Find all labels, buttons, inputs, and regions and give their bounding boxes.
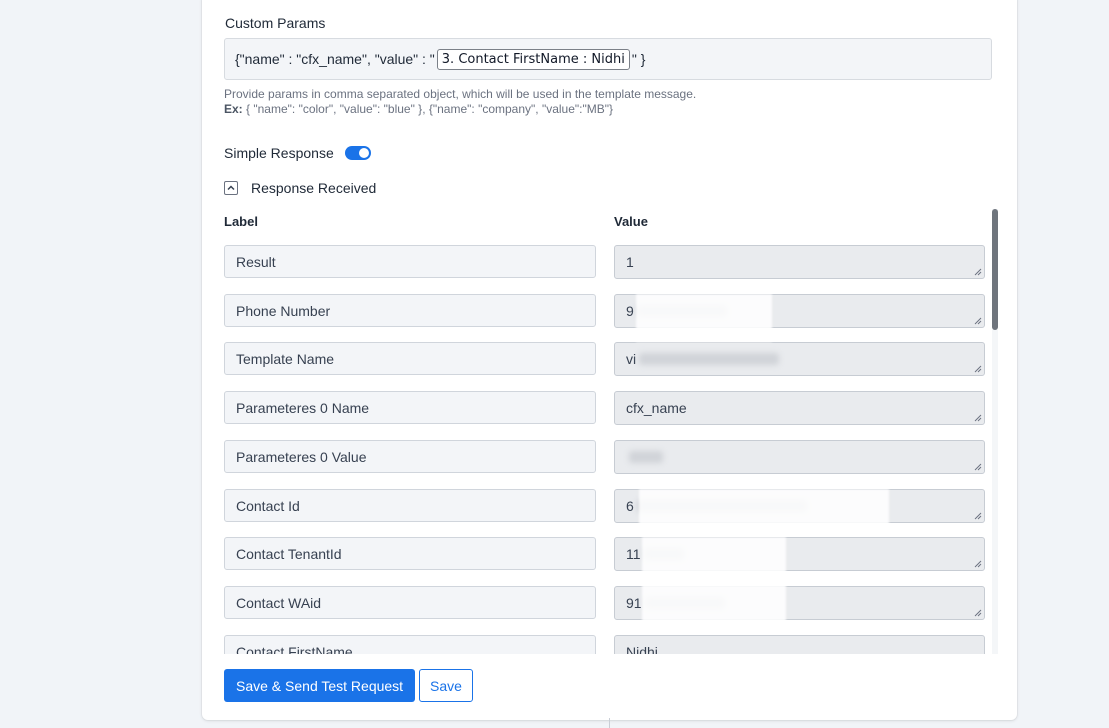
resize-grip-icon[interactable]	[974, 463, 982, 471]
mapped-field-chip[interactable]: 3. Contact FirstName : Nidhi	[436, 48, 630, 70]
response-row: Result 1	[224, 245, 994, 279]
value-text: 11	[626, 546, 641, 562]
response-row: Contact WAid 91	[224, 586, 994, 620]
response-row: Contact FirstName Nidhi	[224, 635, 994, 654]
label-field[interactable]: Contact TenantId	[224, 537, 596, 570]
label-field[interactable]: Result	[224, 245, 596, 278]
save-button[interactable]: Save	[419, 669, 473, 702]
label-field[interactable]: Contact FirstName	[224, 635, 596, 654]
value-text: 91	[626, 595, 642, 611]
save-and-send-test-request-button[interactable]: Save & Send Test Request	[224, 669, 416, 702]
response-row: Parameteres 0 Value	[224, 440, 994, 474]
label-field[interactable]: Contact WAid	[224, 586, 596, 619]
value-field[interactable]: 1	[614, 245, 985, 279]
settings-card: Custom Params {"name" : "cfx_name", "val…	[202, 0, 1017, 720]
resize-grip-icon[interactable]	[974, 609, 982, 617]
help-example-label: Ex:	[224, 102, 243, 116]
help-example: Ex: { "name": "color", "value": "blue" }…	[224, 102, 696, 117]
collapse-button[interactable]	[224, 181, 238, 195]
response-received-label: Response Received	[251, 180, 377, 196]
resize-grip-icon[interactable]	[974, 560, 982, 568]
params-prefix: {"name" : "cfx_name", "value" : "	[235, 51, 435, 67]
response-row: Template Name vi	[224, 342, 994, 376]
custom-params-help: Provide params in comma separated object…	[224, 87, 696, 117]
value-text: 1	[626, 254, 634, 270]
response-received-row: Response Received	[224, 180, 376, 196]
value-field[interactable]: vi	[614, 342, 985, 376]
label-column-header: Label	[224, 214, 258, 229]
chevron-up-icon	[227, 185, 235, 191]
label-field[interactable]: Parameteres 0 Name	[224, 391, 596, 424]
value-text: Nidhi	[626, 644, 658, 654]
redacted-value	[639, 353, 780, 365]
value-text: cfx_name	[626, 400, 687, 416]
scrollbar-thumb[interactable]	[992, 209, 998, 330]
value-field[interactable]: Nidhi	[614, 635, 985, 654]
response-row: Parameteres 0 Name cfx_name	[224, 391, 994, 425]
resize-grip-icon[interactable]	[974, 317, 982, 325]
params-suffix: " }	[631, 51, 646, 67]
label-field[interactable]: Phone Number	[224, 294, 596, 327]
value-text: 9	[626, 303, 634, 319]
resize-grip-icon[interactable]	[974, 512, 982, 520]
resize-grip-icon[interactable]	[974, 268, 982, 276]
value-field[interactable]	[614, 440, 985, 474]
value-field[interactable]: cfx_name	[614, 391, 985, 425]
resize-grip-icon[interactable]	[974, 414, 982, 422]
label-field[interactable]: Contact Id	[224, 489, 596, 522]
response-row: Contact TenantId 11	[224, 537, 994, 571]
simple-response-toggle[interactable]	[344, 146, 371, 160]
response-fields-list: Result 1 Phone Number 9 Template Name vi	[224, 240, 994, 654]
value-column-header: Value	[614, 214, 648, 229]
label-field[interactable]: Template Name	[224, 342, 596, 375]
simple-response-row: Simple Response	[224, 145, 371, 161]
value-text: vi	[626, 351, 637, 367]
help-description: Provide params in comma separated object…	[224, 87, 697, 101]
redacted-value	[629, 451, 663, 463]
help-example-text: { "name": "color", "value": "blue" }, {"…	[242, 102, 614, 116]
resize-grip-icon[interactable]	[974, 365, 982, 373]
custom-params-input[interactable]: {"name" : "cfx_name", "value" : " 3. Con…	[224, 38, 992, 80]
redaction-mask	[639, 489, 889, 529]
label-field[interactable]: Parameteres 0 Value	[224, 440, 596, 473]
redaction-mask	[636, 294, 772, 342]
response-row: Phone Number 9	[224, 294, 994, 328]
redaction-mask	[642, 537, 786, 627]
custom-params-title: Custom Params	[225, 15, 326, 31]
background-divider	[609, 718, 610, 728]
simple-response-label: Simple Response	[224, 145, 334, 161]
value-text: 6	[626, 498, 634, 514]
